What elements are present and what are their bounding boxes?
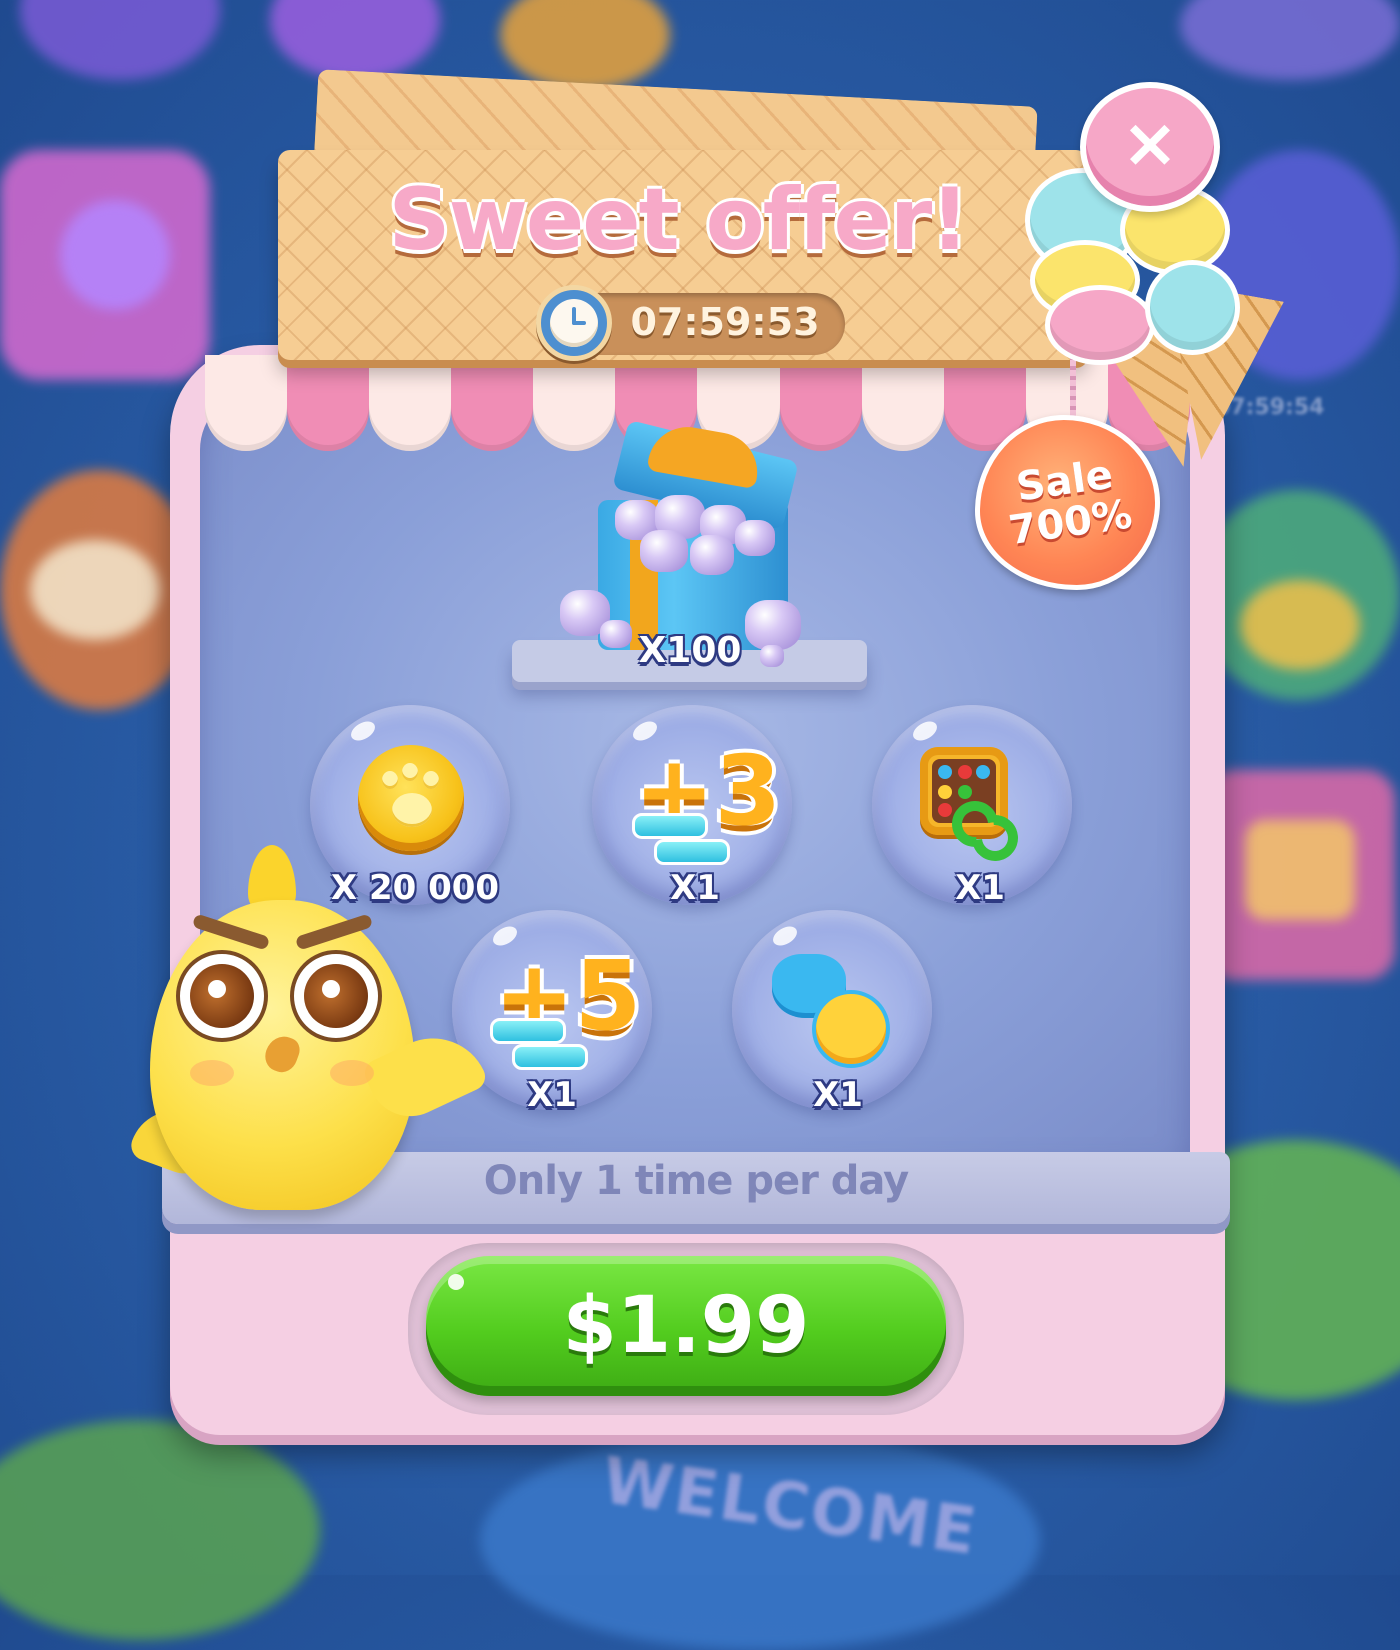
chick-eye bbox=[176, 950, 268, 1042]
close-button[interactable]: × bbox=[1080, 82, 1220, 212]
background-fox-face bbox=[30, 540, 160, 640]
gift-count: X100 bbox=[638, 630, 742, 671]
background-star-icon bbox=[60, 200, 170, 310]
background-blur bbox=[20, 0, 220, 80]
ice-cream-scoop-pink bbox=[1045, 285, 1155, 365]
background-event-icon bbox=[270, 0, 440, 80]
arrow-icon bbox=[490, 1018, 566, 1044]
background-hill bbox=[0, 1420, 320, 1640]
chick-cheek bbox=[330, 1060, 374, 1086]
offer-title: Sweet offer! bbox=[388, 170, 970, 270]
chick-cheek bbox=[190, 1060, 234, 1086]
gem-icon bbox=[735, 520, 775, 556]
gem-icon bbox=[640, 530, 688, 572]
item-count: X 20 000 bbox=[330, 868, 500, 908]
arrow-icon bbox=[632, 813, 708, 839]
item-count: X1 bbox=[955, 868, 1005, 908]
background-gift-detail bbox=[1245, 820, 1355, 920]
chick-eye bbox=[290, 950, 382, 1042]
gem-icon bbox=[690, 535, 734, 575]
close-icon: × bbox=[1121, 104, 1179, 183]
background-toys-detail bbox=[1240, 580, 1360, 670]
paw-coin-icon bbox=[358, 745, 464, 851]
background-event-icon bbox=[1180, 0, 1400, 80]
background-character-icon bbox=[500, 0, 670, 90]
item-count: X1 bbox=[670, 868, 720, 908]
chick-icon bbox=[812, 990, 890, 1068]
clock-icon bbox=[536, 285, 612, 361]
offer-timer: 07:59:53 bbox=[630, 300, 820, 344]
arrow-icon bbox=[512, 1044, 588, 1070]
arrow-icon bbox=[654, 839, 730, 865]
ice-cream-scoop-blue bbox=[1145, 260, 1240, 355]
price-label: $1.99 bbox=[562, 1281, 810, 1371]
item-count: X1 bbox=[813, 1075, 863, 1115]
buy-button[interactable]: $1.99 bbox=[426, 1256, 946, 1396]
